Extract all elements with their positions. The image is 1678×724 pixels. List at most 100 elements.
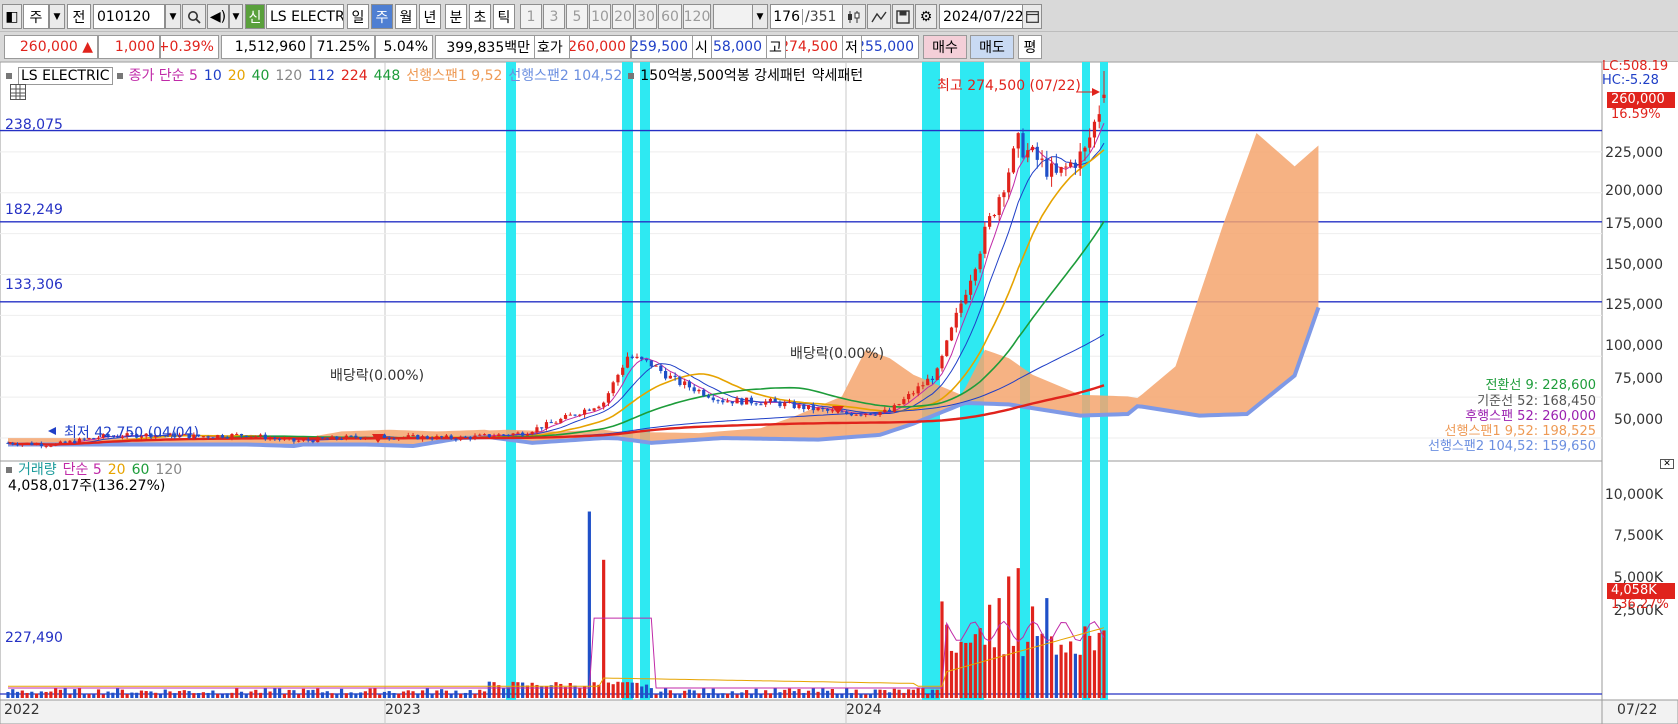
stock-name-field[interactable]: LS ELECTRI	[266, 4, 344, 29]
volume-bar	[988, 604, 992, 698]
low-label: 저	[843, 35, 861, 59]
count-display[interactable]: 176 /351	[770, 4, 848, 29]
interval-1[interactable]: 1	[520, 4, 542, 29]
period-second[interactable]: 초	[469, 4, 491, 29]
candle-body	[711, 397, 715, 401]
interval-3[interactable]: 3	[543, 4, 565, 29]
speaker-dropdown-icon[interactable]: ▼	[229, 4, 243, 29]
stock-chart[interactable]: LS ELECTRIC 종가 단순 5 10 20 40 120 112 224 448 선행스팬…	[0, 59, 1678, 724]
candle-body	[749, 397, 753, 404]
candle-body	[49, 445, 53, 447]
legend-span1[interactable]: 선행스팬1 9,52	[406, 68, 502, 84]
volume-bar	[106, 691, 110, 698]
volume-bar	[268, 691, 272, 698]
pattern-highlight	[622, 62, 633, 461]
window-menu-icon[interactable]: ◧	[2, 4, 22, 29]
prev-label: 전	[72, 9, 86, 26]
candle-body	[630, 356, 634, 358]
save-icon[interactable]	[892, 4, 914, 29]
interval-60[interactable]: 60	[658, 4, 682, 29]
trend-tool-icon[interactable]	[867, 4, 891, 29]
volume-bar	[501, 687, 506, 698]
prev-button[interactable]: 전	[67, 4, 91, 29]
calendar-icon[interactable]	[1022, 4, 1042, 29]
period-day[interactable]: 일	[347, 4, 369, 29]
legend-span2[interactable]: 선행스팬2 104,52	[508, 68, 622, 84]
candle-body	[764, 401, 768, 405]
legend-ma-label[interactable]: 종가 단순 5	[129, 68, 198, 84]
legend-ma-112[interactable]: 112	[308, 68, 335, 84]
legend-ma-40[interactable]: 40	[252, 68, 270, 84]
legend-ma-448[interactable]: 448	[374, 68, 401, 84]
candle-body	[873, 414, 877, 416]
count-total: /351	[805, 8, 837, 25]
table-icon[interactable]	[10, 84, 26, 100]
volume-bar	[568, 683, 572, 698]
close-icon[interactable]: ✕	[1660, 459, 1674, 469]
interval-5[interactable]: 5	[566, 4, 588, 29]
volume-bar	[220, 694, 225, 698]
code-dropdown-icon[interactable]: ▼	[165, 4, 181, 29]
period-week[interactable]: 주	[371, 4, 393, 29]
volume-bar	[1040, 633, 1044, 698]
legend-weak[interactable]: 약세패턴	[812, 68, 864, 84]
candle-body	[849, 413, 854, 416]
interval-10[interactable]: 10	[589, 4, 611, 29]
interval-30[interactable]: 30	[635, 4, 657, 29]
type-label: 주	[29, 9, 43, 26]
volume-bar	[816, 691, 820, 698]
type-select[interactable]: 주	[23, 4, 49, 29]
high-label: 고	[767, 35, 785, 59]
candle-body	[363, 437, 367, 439]
search-icon[interactable]	[182, 4, 206, 29]
interval-dropdown-icon[interactable]: ▼	[752, 4, 768, 29]
legend-stock-name[interactable]: LS ELECTRIC	[18, 67, 113, 85]
x-label-2023: 2023	[385, 702, 421, 718]
candle-body	[1064, 166, 1068, 168]
volume-bar	[949, 650, 954, 698]
buy-button[interactable]: 매수	[923, 35, 967, 59]
candle-body	[826, 409, 830, 411]
period-year[interactable]: 년	[419, 4, 441, 29]
candle-body	[1011, 148, 1016, 173]
volume-value: 1,512,960	[221, 35, 311, 59]
legend-ma-224[interactable]: 224	[341, 68, 368, 84]
legend-ma-20[interactable]: 20	[228, 68, 246, 84]
interval-20[interactable]: 20	[612, 4, 634, 29]
period-minute[interactable]: 분	[445, 4, 467, 29]
period-tick[interactable]: 틱	[493, 4, 515, 29]
volume-bar	[382, 691, 387, 698]
legend-ma-120[interactable]: 120	[275, 68, 302, 84]
volume-bar	[845, 688, 849, 698]
gear-icon[interactable]: ⚙	[915, 4, 937, 29]
volume-bar	[635, 682, 639, 698]
sell-button[interactable]: 매도	[970, 35, 1014, 59]
speaker-icon[interactable]: ◀)	[207, 4, 229, 29]
candle-body	[968, 280, 973, 295]
date-input[interactable]: 2024/07/22	[939, 4, 1023, 29]
volume-bar	[1002, 654, 1006, 698]
volume-bar	[73, 689, 77, 698]
ask-price: 260,000	[569, 35, 631, 59]
volume-bar	[797, 689, 801, 698]
volume-bar	[530, 682, 534, 698]
chevron-down-icon[interactable]: ▼	[49, 4, 65, 29]
candle-body	[592, 408, 596, 411]
eval-button[interactable]: 평	[1018, 35, 1042, 59]
candle-body	[716, 400, 720, 402]
interval-120[interactable]: 120	[683, 4, 711, 29]
candle-type-icon[interactable]	[842, 4, 866, 29]
candle-body	[916, 386, 920, 394]
x-label-2024: 2024	[846, 702, 882, 718]
interval-custom-input[interactable]	[713, 4, 753, 29]
legend-pattern[interactable]: 150억봉,500억봉 강세패턴	[640, 68, 805, 84]
legend-ma-10[interactable]: 10	[204, 68, 222, 84]
low-annotation: 최저 42,750 (04/04)	[64, 425, 199, 441]
code-input[interactable]: 010120	[93, 4, 165, 29]
volume-ratio: 71.25%	[311, 35, 375, 59]
volume-bar	[39, 691, 43, 698]
price-tick: 50,000	[1614, 412, 1663, 428]
price-tag: 260,000	[1607, 92, 1675, 108]
period-month[interactable]: 월	[395, 4, 417, 29]
volume-bar	[611, 684, 615, 698]
